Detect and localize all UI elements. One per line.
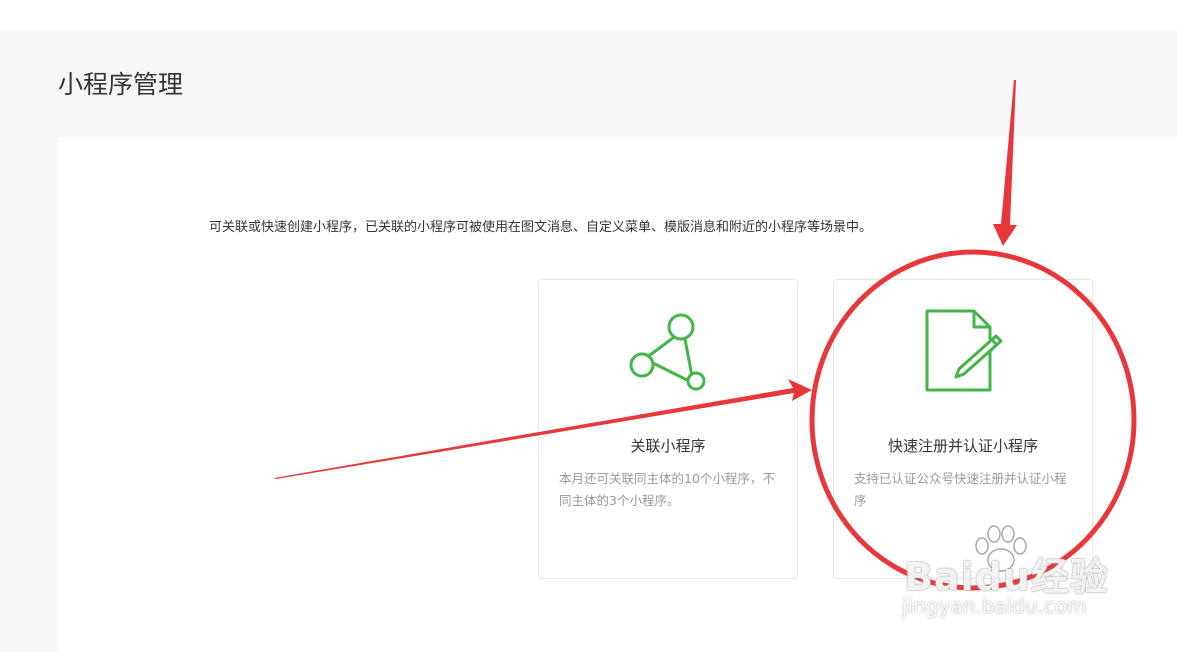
card-description: 支持已认证公众号快速注册并认证小程序 bbox=[854, 471, 1067, 508]
card-title: 关联小程序 bbox=[630, 437, 706, 455]
document-edit-icon bbox=[925, 309, 1003, 392]
card-title: 快速注册并认证小程序 bbox=[887, 437, 1038, 455]
intro-text: 可关联或快速创建小程序，已关联的小程序可被使用在图文消息、自定义菜单、模版消息和… bbox=[209, 220, 873, 235]
watermark-url: jingyan.baidu.com bbox=[902, 594, 1087, 618]
card-description: 本月还可关联同主体的10个小程序，不同主体的3个小程序。 bbox=[559, 471, 775, 508]
watermark-brand: Baidu经验 bbox=[904, 555, 1109, 599]
link-miniprogram-card[interactable]: 关联小程序 本月还可关联同主体的10个小程序，不同主体的3个小程序。 bbox=[538, 279, 798, 579]
page-title: 小程序管理 bbox=[58, 70, 184, 99]
top-bar bbox=[0, 0, 1177, 30]
link-nodes-icon bbox=[629, 313, 706, 391]
watermark: Baidu经验 jingyan.baidu.com bbox=[896, 522, 1126, 632]
